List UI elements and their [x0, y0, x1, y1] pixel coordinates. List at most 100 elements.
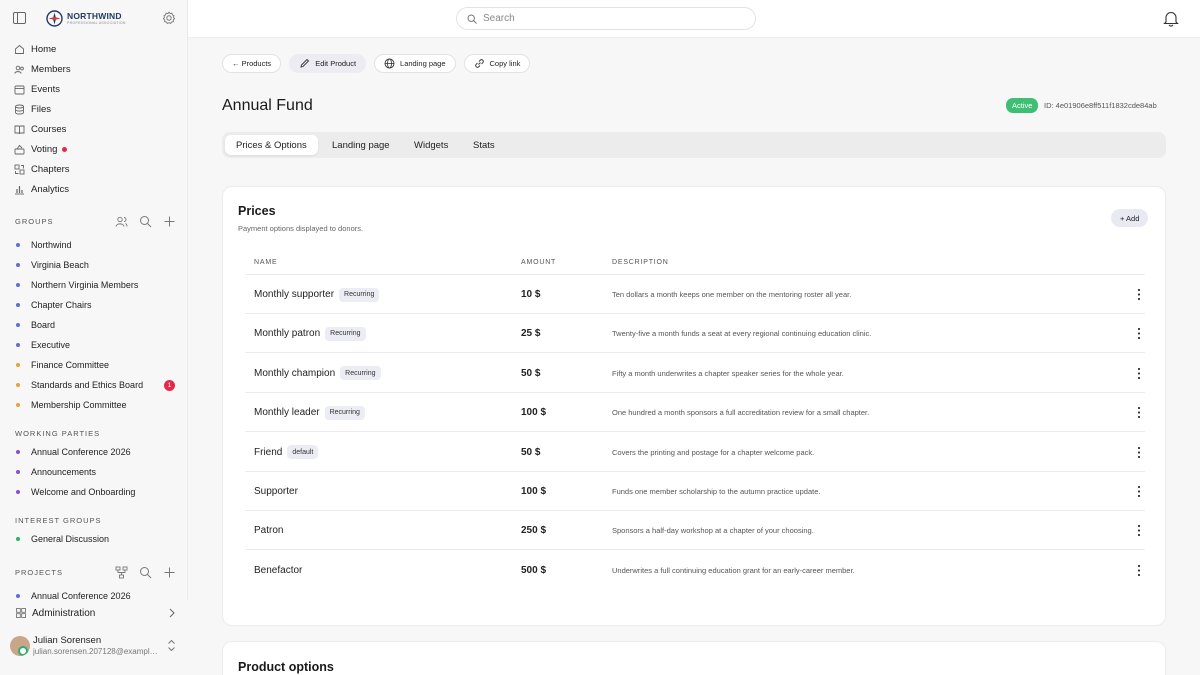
table-row[interactable]: Monthly patron Recurring 25 $ Twenty-five a…: [245, 314, 1145, 354]
more-options-icon[interactable]: [1137, 524, 1141, 537]
link-icon: [474, 59, 484, 68]
product-options-title: Product options: [238, 660, 334, 674]
product-options-card: Product options: [222, 641, 1166, 675]
bell-icon[interactable]: [1163, 10, 1179, 27]
nav-item-analytics[interactable]: Analytics: [14, 181, 69, 197]
landing-page-button[interactable]: Landing page: [374, 54, 456, 73]
table-row[interactable]: Benefactor 500 $ Underwrites a full contin…: [245, 551, 1145, 590]
group-color-dot: [16, 383, 20, 387]
analytics-icon: [15, 185, 24, 194]
copy-label: Copy link: [489, 59, 521, 68]
copy-link-button[interactable]: Copy link: [463, 54, 531, 73]
group-label: Northwind: [31, 240, 72, 250]
more-options-icon[interactable]: [1137, 564, 1141, 577]
brand-logo[interactable]: NORTHWIND PROFESSIONAL ASSOCIATION: [46, 10, 126, 27]
tab-widgets[interactable]: Widgets: [403, 135, 459, 155]
gear-icon[interactable]: [162, 11, 176, 25]
plus-icon[interactable]: [163, 215, 176, 228]
table-row[interactable]: Monthly leader Recurring 100 $ One hundred …: [245, 393, 1145, 433]
group-color-dot: [16, 490, 20, 494]
nav-item-files[interactable]: Files: [14, 101, 51, 117]
plus-icon[interactable]: [163, 566, 176, 579]
table-row[interactable]: Patron 250 $ Sponsors a half-day workshop …: [245, 511, 1145, 551]
back-label: ← Products: [232, 59, 272, 68]
group-item[interactable]: Northern Virginia Members: [16, 278, 181, 292]
globe-icon: [384, 58, 395, 69]
working-party-item[interactable]: Annual Conference 2026: [16, 445, 181, 459]
back-to-products-button[interactable]: ← Products: [222, 54, 282, 73]
notification-badge: 1: [164, 379, 175, 391]
price-name-cell: Monthly patron Recurring: [254, 314, 366, 353]
more-options-icon[interactable]: [1137, 406, 1141, 419]
more-options-icon[interactable]: [1137, 446, 1141, 459]
group-item[interactable]: Finance Committee: [16, 358, 181, 372]
price-amount: 25 $: [521, 328, 541, 340]
price-name-cell: Monthly supporter Recurring: [254, 275, 380, 314]
more-options-icon[interactable]: [1137, 367, 1141, 380]
tab-landing-page[interactable]: Landing page: [321, 135, 401, 155]
tab-prices-options[interactable]: Prices & Options: [225, 135, 318, 155]
nav-item-chapters[interactable]: Chapters: [14, 161, 70, 177]
nav-item-courses[interactable]: Courses: [14, 121, 66, 137]
more-options-icon[interactable]: [1137, 485, 1141, 498]
group-label: Chapter Chairs: [31, 300, 92, 310]
sidebar-header: NORTHWIND PROFESSIONAL ASSOCIATION: [0, 0, 188, 38]
nav-label: Courses: [31, 123, 67, 135]
group-item[interactable]: Membership Committee: [16, 398, 181, 412]
page-title: Annual Fund: [222, 97, 313, 114]
group-item[interactable]: Standards and Ethics Board 1: [16, 378, 181, 392]
group-label: Virginia Beach: [31, 260, 89, 270]
administration-label: Administration: [32, 607, 96, 619]
column-header-amount[interactable]: AMOUNT: [521, 259, 556, 266]
voting-icon: [14, 144, 25, 154]
group-item[interactable]: Chapter Chairs: [16, 298, 181, 312]
members-icon[interactable]: [115, 215, 128, 228]
table-row[interactable]: Monthly champion Recurring 50 $ Fifty a mon…: [245, 354, 1145, 393]
group-color-dot: [16, 323, 20, 327]
prices-card: Prices Payment options displayed to dono…: [222, 186, 1166, 626]
working-party-item[interactable]: Announcements: [16, 465, 181, 479]
interest-group-item[interactable]: General Discussion: [16, 532, 181, 546]
search-icon[interactable]: [139, 566, 152, 579]
hierarchy-icon[interactable]: [115, 566, 128, 579]
chevron-right-icon: [169, 608, 175, 618]
sidebar-toggle-icon[interactable]: [13, 12, 26, 24]
edit-product-button[interactable]: Edit Product: [289, 54, 367, 73]
price-name-cell: Benefactor: [254, 551, 302, 590]
table-row[interactable]: Monthly supporter Recurring 10 $ Ten dollar…: [245, 275, 1145, 314]
nav-label: Members: [31, 63, 71, 75]
grid-icon: [16, 608, 26, 618]
price-amount: 50 $: [521, 367, 541, 379]
more-options-icon[interactable]: [1137, 288, 1141, 301]
prices-subtitle: Payment options displayed to donors.: [238, 224, 364, 233]
nav-item-events[interactable]: Events: [14, 81, 60, 97]
group-label: Finance Committee: [31, 360, 110, 370]
administration-link[interactable]: Administration: [16, 606, 178, 620]
chevron-up-down-icon: [168, 639, 175, 652]
table-row[interactable]: Supporter 100 $ Funds one member scholarsh…: [245, 472, 1145, 511]
add-price-button[interactable]: + Add: [1111, 209, 1149, 227]
group-item[interactable]: Board: [16, 318, 181, 332]
user-menu[interactable]: Julian Sorensen julian.sorensen.207128@e…: [10, 634, 182, 660]
group-color-dot: [16, 303, 20, 307]
group-item[interactable]: Executive: [16, 338, 181, 352]
nav-item-members[interactable]: Members: [14, 61, 71, 77]
status-badge: Active: [1006, 98, 1039, 113]
nav-item-voting[interactable]: Voting: [14, 141, 68, 157]
column-header-description[interactable]: DESCRIPTION: [612, 259, 669, 266]
group-color-dot: [16, 263, 20, 267]
group-item[interactable]: Virginia Beach: [16, 258, 181, 272]
tab-stats[interactable]: Stats: [462, 135, 506, 155]
group-color-dot: [16, 450, 20, 454]
working-party-item[interactable]: Welcome and Onboarding: [16, 485, 181, 499]
group-item[interactable]: Northwind: [16, 238, 181, 252]
search-input[interactable]: [483, 13, 743, 24]
column-header-name[interactable]: NAME: [254, 259, 277, 266]
search-box[interactable]: [456, 7, 756, 30]
projects-actions: [104, 566, 176, 579]
search-icon[interactable]: [139, 215, 152, 228]
table-row[interactable]: Friend default 50 $ Covers the printing and…: [245, 433, 1145, 472]
tab-bar: Prices & Options Landing page Widgets St…: [222, 132, 1166, 158]
nav-item-home[interactable]: Home: [14, 41, 56, 57]
more-options-icon[interactable]: [1137, 327, 1141, 340]
